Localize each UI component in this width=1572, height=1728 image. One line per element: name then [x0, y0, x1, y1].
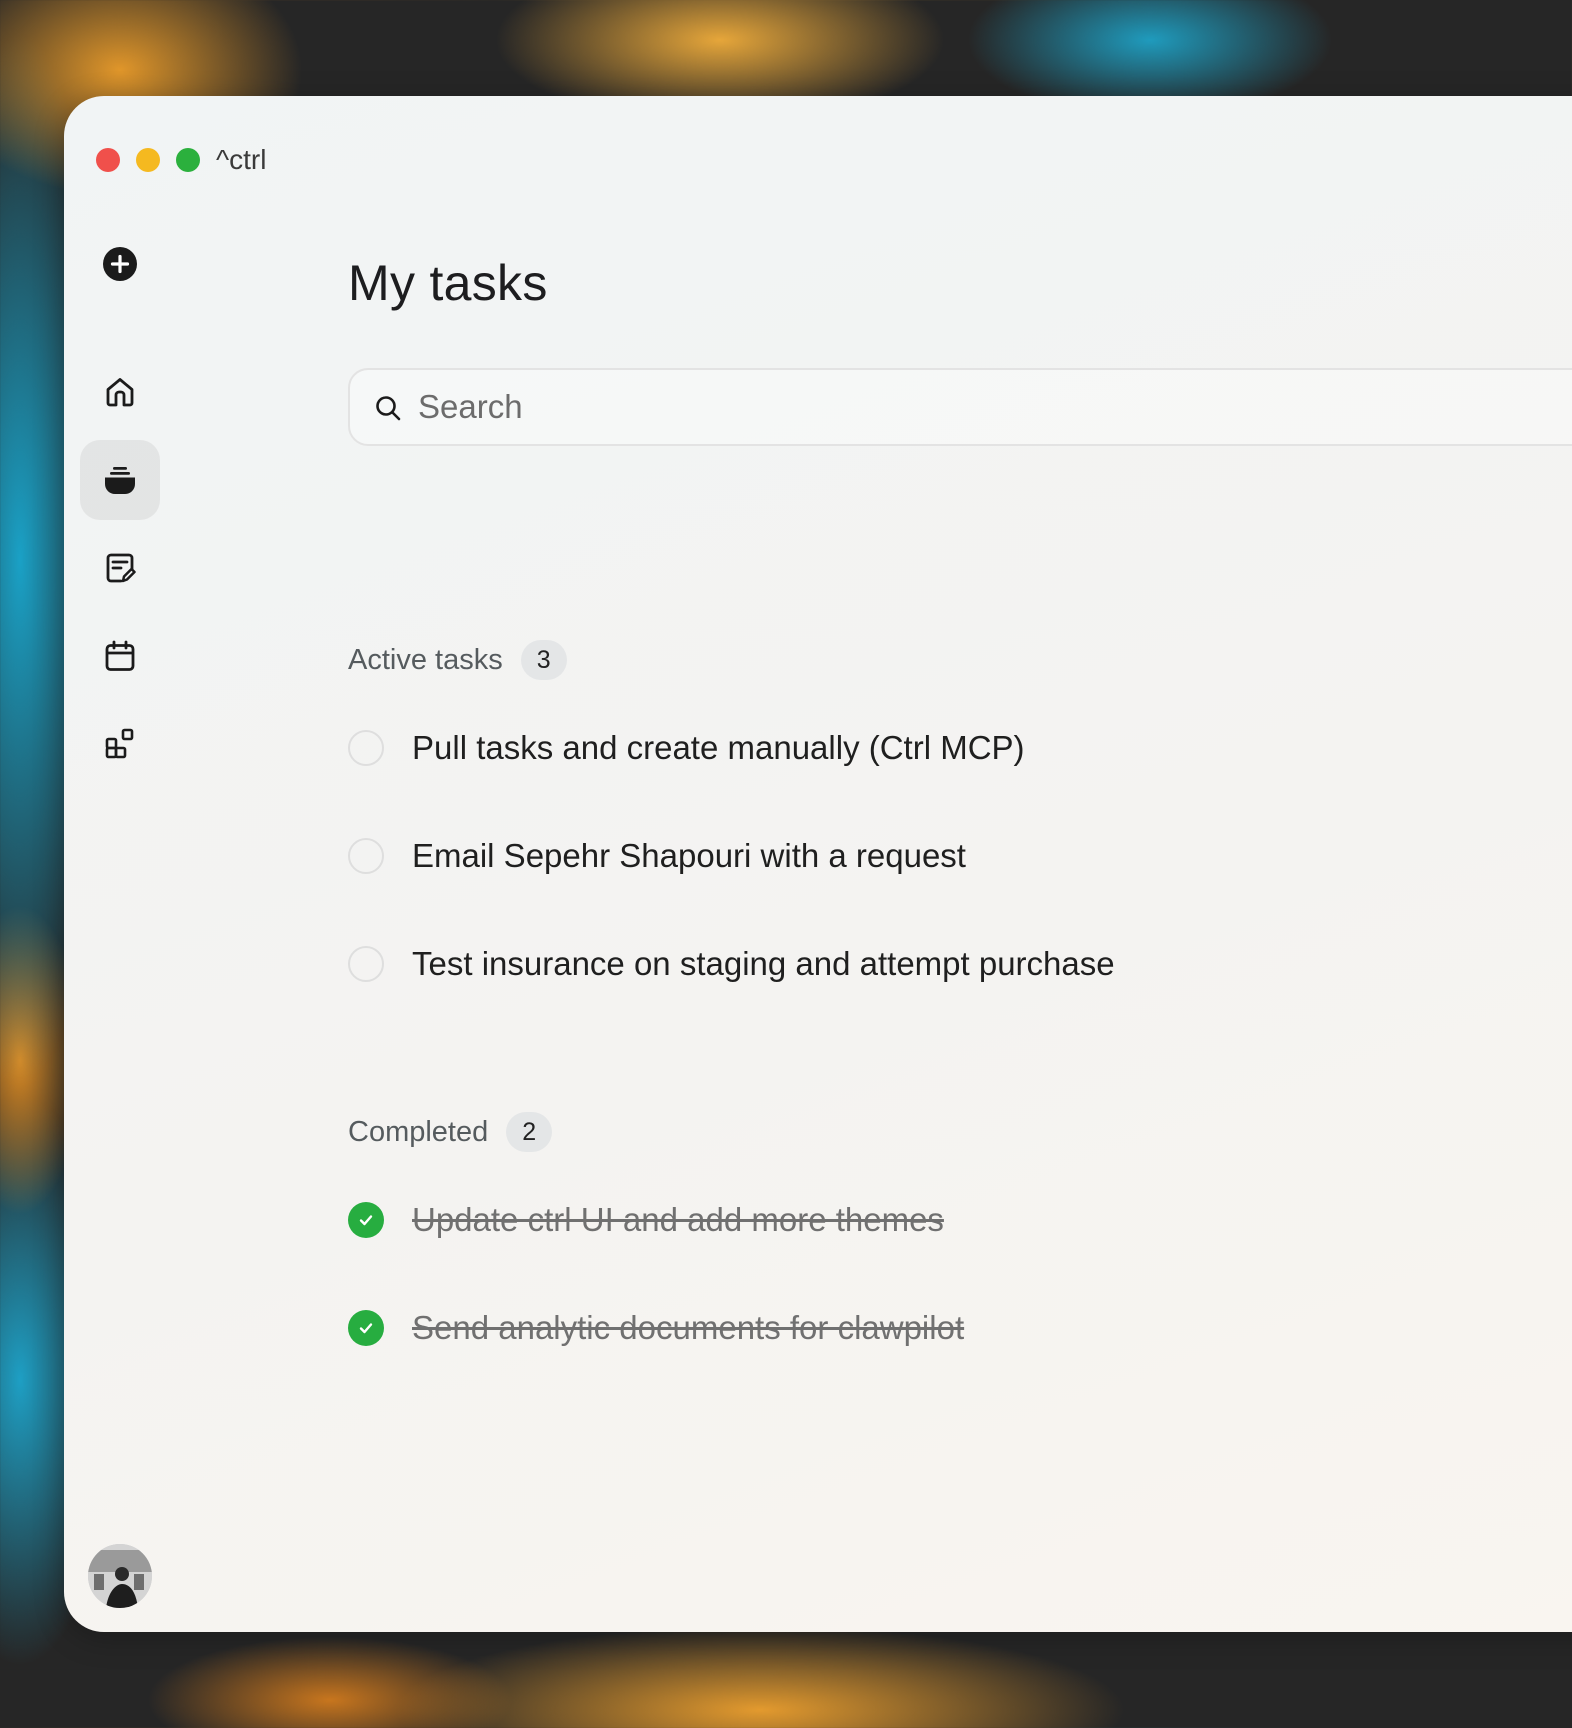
task-item[interactable]: Email Sepehr Shapouri with a request	[348, 834, 966, 878]
page-title: My tasks	[348, 255, 548, 311]
count-badge: 3	[520, 640, 567, 680]
app-window: ^ctrl My tasks Search Active tasks 3 Pul…	[64, 96, 1572, 1632]
section-label: Active tasks	[348, 643, 503, 676]
completed-task-item[interactable]: Send analytic documents for clawpilot	[348, 1306, 964, 1350]
task-checkbox-checked[interactable]	[348, 1202, 384, 1238]
inbox-stack-icon	[105, 467, 135, 494]
app-title: ^ctrl	[216, 144, 267, 175]
section-label: Completed	[348, 1115, 489, 1148]
checkmark-icon	[359, 1323, 373, 1334]
search-input[interactable]	[418, 370, 1318, 444]
task-checkbox[interactable]	[348, 838, 384, 874]
count-badge: 2	[506, 1112, 553, 1152]
search-icon	[376, 396, 401, 421]
notes-icon	[106, 553, 136, 583]
avatar[interactable]	[88, 1544, 152, 1608]
sidebar-item-integrations[interactable]	[80, 704, 160, 784]
task-item[interactable]: Pull tasks and create manually (Ctrl MCP…	[348, 726, 1025, 770]
task-item[interactable]: Test insurance on staging and attempt pu…	[348, 942, 1115, 986]
calendar-icon	[105, 640, 135, 671]
completed-task-item[interactable]: Update ctrl UI and add more themes	[348, 1198, 944, 1242]
task-text: Pull tasks and create manually (Ctrl MCP…	[412, 729, 1025, 766]
close-window-button[interactable]	[96, 148, 120, 172]
checkmark-icon	[359, 1215, 373, 1226]
task-text: Send analytic documents for clawpilot	[412, 1309, 965, 1346]
user-avatar-icon	[88, 1544, 152, 1608]
task-checkbox[interactable]	[348, 946, 384, 982]
active-tasks-header: Active tasks 3	[348, 640, 567, 680]
task-text: Test insurance on staging and attempt pu…	[412, 945, 1115, 982]
maximize-window-button[interactable]	[176, 148, 200, 172]
task-text: Update ctrl UI and add more themes	[412, 1201, 944, 1238]
add-button[interactable]	[80, 224, 160, 304]
completed-tasks-header: Completed 2	[348, 1112, 553, 1152]
home-icon	[106, 378, 134, 407]
sidebar-item-calendar[interactable]	[80, 616, 160, 696]
add-icon	[103, 247, 137, 281]
sidebar-item-notes[interactable]	[80, 528, 160, 608]
task-checkbox[interactable]	[348, 730, 384, 766]
sidebar-item-tasks[interactable]	[80, 440, 160, 520]
sidebar-item-home[interactable]	[80, 352, 160, 432]
apps-icon	[105, 728, 134, 759]
search-box[interactable]	[348, 368, 1572, 446]
minimize-window-button[interactable]	[136, 148, 160, 172]
task-text: Email Sepehr Shapouri with a request	[412, 837, 966, 874]
task-checkbox-checked[interactable]	[348, 1310, 384, 1346]
